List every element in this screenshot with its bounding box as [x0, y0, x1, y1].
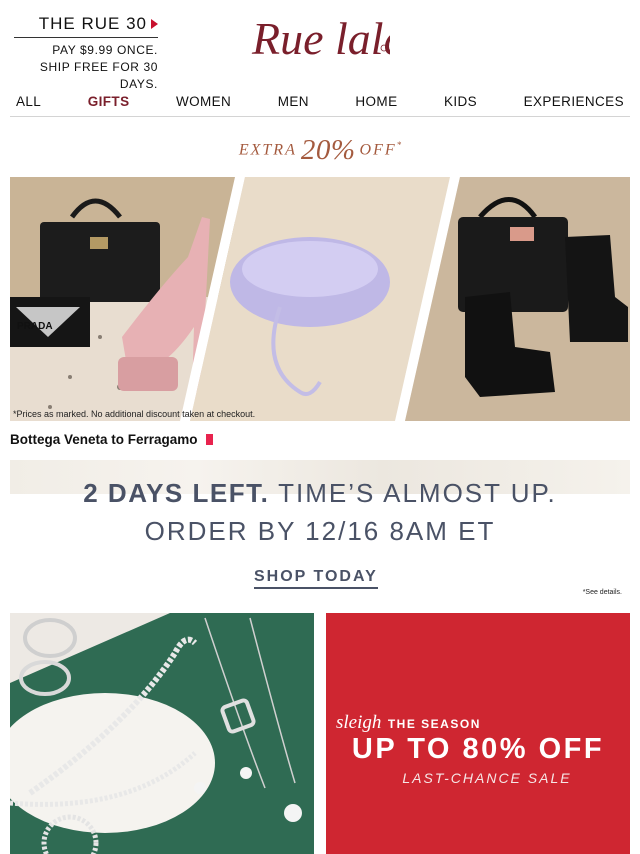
nav-item-experiences[interactable]: EXPERIENCES	[524, 94, 624, 109]
hero-illustration: PRADA	[10, 177, 630, 421]
sleigh-the-season: sleigh THE SEASON	[326, 712, 630, 734]
extra-percent: 20%	[300, 134, 356, 166]
banner-times-up: TIME’S ALMOST UP.	[278, 478, 557, 508]
hero-caption[interactable]: Bottega Veneta to Ferragamo	[10, 432, 213, 447]
banner-order-by: ORDER BY 12/16 8AM ET	[144, 516, 496, 546]
banner-headline: 2 DAYS LEFT. TIME’S ALMOST UP.	[0, 478, 640, 509]
jewelry-image-tile[interactable]	[10, 613, 314, 854]
nav-item-all[interactable]: ALL	[16, 94, 41, 109]
banner-days-left: 2 DAYS LEFT.	[83, 478, 270, 508]
jewelry-illustration	[10, 613, 314, 854]
rue30-promo[interactable]: THE RUE 30 PAY $9.99 ONCE. SHIP FREE FOR…	[14, 14, 158, 93]
nav-item-men[interactable]: MEN	[278, 94, 309, 109]
hero-disclaimer: *Prices as marked. No additional discoun…	[13, 409, 256, 419]
logo-wordmark: Rue lala	[251, 13, 390, 64]
hero-product-image[interactable]: PRADA *Prices as marked. No additional d…	[10, 177, 630, 421]
hero-caption-text: Bottega Veneta to Ferragamo	[10, 432, 198, 447]
sale-tile[interactable]: sleigh THE SEASON UP TO 80% OFF LAST-CHA…	[326, 613, 630, 854]
rue30-title-row: THE RUE 30	[14, 14, 158, 34]
rue30-divider	[14, 37, 158, 38]
caption-marker-icon	[205, 434, 213, 445]
main-nav: ALL GIFTS WOMEN MEN HOME KIDS EXPERIENCE…	[10, 88, 630, 114]
rue30-title: THE RUE 30	[38, 14, 147, 33]
ruelala-logo[interactable]: Rue lala	[250, 2, 407, 68]
sleigh-script-word: sleigh	[336, 712, 382, 733]
play-arrow-icon	[151, 19, 158, 29]
extra-word: EXTRA	[238, 141, 297, 159]
shop-today-link[interactable]: SHOP TODAY	[254, 568, 378, 589]
rue30-price-line: PAY $9.99 ONCE.	[52, 43, 158, 57]
nav-item-women[interactable]: WOMEN	[176, 94, 231, 109]
the-season-text: THE SEASON	[387, 717, 481, 731]
sale-headline: UP TO 80% OFF	[351, 733, 605, 765]
nav-item-home[interactable]: HOME	[355, 94, 397, 109]
nav-item-gifts[interactable]: GIFTS	[88, 94, 130, 109]
prada-logo-text: PRADA	[17, 321, 53, 332]
sale-subline: LAST-CHANCE SALE	[402, 770, 572, 786]
extra-20-off-promo[interactable]: EXTRA 20% OFF*	[0, 134, 640, 167]
nav-item-kids[interactable]: KIDS	[444, 94, 477, 109]
see-details-note: *See details.	[582, 589, 622, 596]
off-word: OFF	[359, 141, 397, 159]
nav-divider	[10, 116, 630, 117]
off-mark: *	[396, 139, 402, 150]
